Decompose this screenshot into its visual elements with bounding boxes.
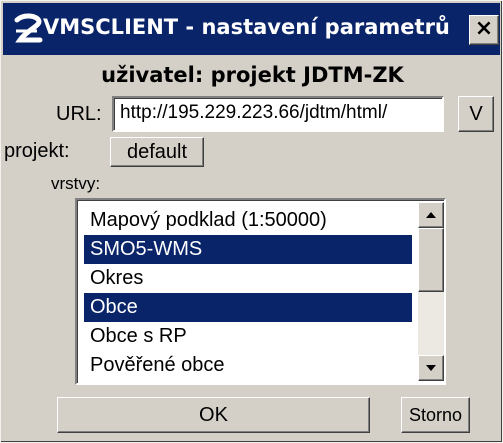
- settings-dialog: VMSCLIENT - nastavení parametrů × uživat…: [0, 0, 503, 443]
- layer-list-item[interactable]: Obce s RP: [84, 322, 412, 351]
- cancel-button[interactable]: Storno: [401, 397, 470, 433]
- layer-list-item[interactable]: Okres: [84, 264, 412, 293]
- url-input[interactable]: http://195.229.223.66/jdtm/html/: [112, 96, 444, 132]
- vmsclient-logo-icon: [14, 13, 43, 43]
- layer-list-item[interactable]: Obce: [84, 293, 412, 322]
- project-default-button[interactable]: default: [110, 137, 204, 167]
- close-icon: ×: [474, 16, 494, 41]
- layer-list-item[interactable]: Mapový podklad (1:50000): [84, 206, 412, 235]
- user-project-label: uživatel: projekt JDTM-ZK: [101, 63, 404, 87]
- window-title: VMSCLIENT - nastavení parametrů: [43, 15, 450, 39]
- url-label: URL:: [56, 103, 102, 125]
- layer-list-item[interactable]: SMO5-WMS: [84, 235, 412, 264]
- scroll-down-button[interactable]: [418, 355, 444, 381]
- scroll-thumb[interactable]: [418, 228, 444, 292]
- project-label: projekt:: [4, 140, 70, 162]
- layers-listbox[interactable]: Mapový podklad (1:50000) SMO5-WMS Okres Obc…: [75, 198, 446, 385]
- scroll-up-button[interactable]: [418, 202, 444, 228]
- close-button[interactable]: ×: [469, 15, 499, 45]
- layers-label: vrstvy:: [51, 174, 101, 193]
- title-bar[interactable]: VMSCLIENT - nastavení parametrů ×: [3, 3, 500, 55]
- arrow-down-icon: [426, 365, 436, 371]
- layer-list-item[interactable]: Pověřené obce: [84, 351, 412, 380]
- url-v-button[interactable]: V: [458, 96, 494, 132]
- layers-scrollbar[interactable]: [418, 202, 444, 381]
- layers-list: Mapový podklad (1:50000) SMO5-WMS Okres Obc…: [84, 206, 412, 380]
- ok-button[interactable]: OK: [57, 397, 370, 433]
- arrow-up-icon: [426, 212, 436, 218]
